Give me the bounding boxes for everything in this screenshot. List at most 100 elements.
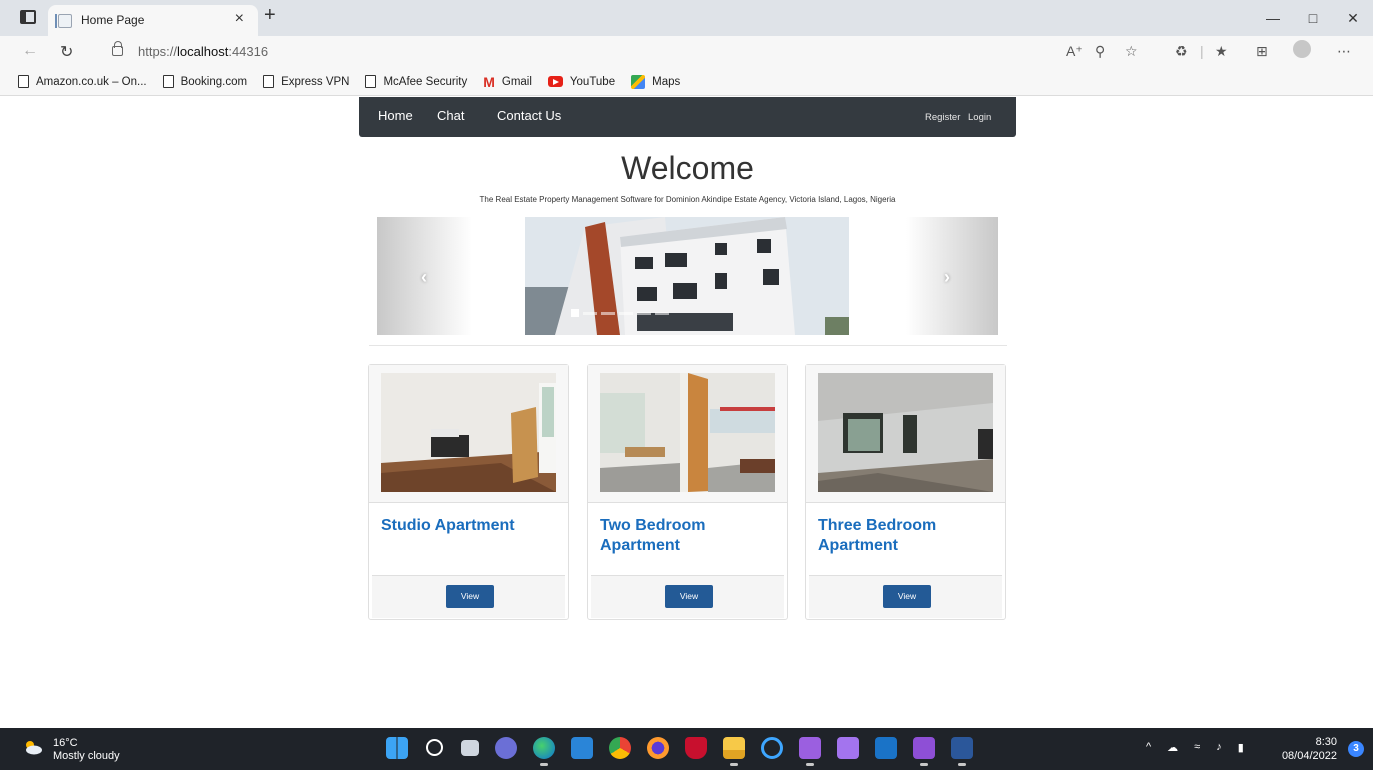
card-image-area — [588, 365, 787, 503]
bookmark-booking[interactable]: Booking.com — [162, 75, 247, 88]
carousel-indicator[interactable] — [571, 309, 579, 317]
cortana-icon[interactable] — [761, 737, 783, 759]
site-navbar: Home Chat Contact Us Register Login — [359, 97, 1016, 137]
separator: | — [1200, 43, 1204, 59]
carousel-indicator[interactable] — [637, 312, 651, 315]
bookmark-maps[interactable]: Maps — [631, 74, 680, 89]
card-footer: View — [372, 575, 565, 618]
weather-description[interactable]: Mostly cloudy — [53, 750, 120, 762]
page-title: Welcome — [621, 150, 754, 186]
url-field[interactable]: https://localhost:44316 — [96, 39, 1136, 65]
three-bedroom-apartment-photo — [818, 373, 993, 492]
carousel-indicator[interactable] — [655, 312, 669, 315]
favorite-add-icon[interactable]: ☆ — [1125, 43, 1138, 60]
search-icon[interactable] — [426, 739, 443, 756]
bookmark-expressvpn[interactable]: Express VPN — [263, 75, 349, 88]
minimize-icon[interactable]: — — [1253, 0, 1293, 36]
carousel-indicator[interactable] — [601, 312, 615, 315]
carousel-prev-button[interactable]: ‹ — [377, 217, 472, 335]
microsoft-store-icon[interactable] — [571, 737, 593, 759]
bookmarks-bar: Amazon.co.uk – On... Booking.com Express… — [0, 68, 1373, 96]
system-clock[interactable]: 8:30 08/04/2022 — [1282, 735, 1337, 763]
bookmark-mcafee[interactable]: McAfee Security — [365, 75, 467, 88]
card-footer: View — [809, 575, 1002, 618]
card-title[interactable]: Studio Apartment — [381, 516, 561, 536]
visual-studio-preview-icon[interactable] — [837, 737, 859, 759]
card-title[interactable]: Three Bedroom Apartment — [818, 516, 998, 556]
view-button[interactable]: View — [665, 585, 713, 608]
window-controls: — □ ✕ — [1253, 0, 1373, 36]
chrome-icon[interactable] — [609, 737, 631, 759]
property-card-studio: Studio Apartment View — [368, 364, 569, 620]
read-aloud-icon[interactable]: A⁺ — [1066, 43, 1083, 60]
bookmark-amazon[interactable]: Amazon.co.uk – On... — [18, 75, 147, 88]
page-icon — [18, 75, 29, 88]
property-card-two-bedroom: Two Bedroom Apartment View — [587, 364, 788, 620]
carousel-indicator[interactable] — [583, 312, 597, 315]
tab-bar: Home Page × + — □ ✕ — [0, 0, 1373, 36]
image-carousel: ‹ › — [377, 217, 998, 335]
page-icon — [365, 75, 377, 88]
restore-icon[interactable]: □ — [1293, 0, 1333, 36]
chevron-right-icon: › — [944, 267, 950, 287]
view-button[interactable]: View — [446, 585, 494, 608]
zoom-icon[interactable]: ⚲ — [1095, 43, 1105, 60]
outlook-icon[interactable] — [875, 737, 897, 759]
refresh-icon[interactable]: ↻ — [60, 42, 73, 62]
studio-apartment-photo — [381, 373, 556, 492]
visual-studio-icon[interactable] — [799, 737, 821, 766]
new-tab-icon[interactable]: + — [264, 4, 276, 27]
weather-cloudy-icon[interactable] — [23, 739, 43, 755]
carousel-next-button[interactable]: › — [906, 217, 998, 335]
gmail-icon: M — [483, 73, 495, 90]
carousel-indicator[interactable] — [619, 312, 633, 315]
nav-chat-link[interactable]: Chat — [437, 108, 464, 123]
more-menu-icon[interactable]: ⋯ — [1337, 43, 1351, 60]
extensions-icon[interactable]: ♻ — [1175, 43, 1188, 60]
bookmark-gmail[interactable]: M Gmail — [483, 74, 532, 90]
windows-start-icon[interactable] — [386, 737, 408, 759]
page-icon — [263, 75, 275, 88]
tab-close-icon[interactable]: × — [235, 10, 244, 28]
word-icon[interactable] — [951, 737, 973, 766]
two-bedroom-apartment-photo — [600, 373, 775, 492]
lock-icon[interactable] — [112, 41, 123, 56]
browser-tab[interactable]: Home Page × — [48, 5, 258, 36]
edge-browser-icon[interactable] — [533, 737, 555, 766]
carousel-indicators — [571, 309, 669, 317]
chevron-up-icon[interactable]: ^ — [1146, 741, 1151, 754]
onedrive-icon[interactable]: ☁ — [1167, 741, 1178, 754]
card-title[interactable]: Two Bedroom Apartment — [600, 516, 780, 556]
notification-badge[interactable]: 3 — [1348, 741, 1364, 757]
battery-icon[interactable]: ▮ — [1238, 741, 1244, 754]
task-view-icon[interactable] — [461, 740, 479, 756]
system-tray: ^ ☁ ≈ ♪ ▮ — [1146, 741, 1244, 754]
url-text[interactable]: https://localhost:44316 — [138, 44, 268, 59]
firefox-icon[interactable] — [647, 737, 669, 759]
tab-actions-icon[interactable] — [20, 10, 36, 24]
collections-icon[interactable]: ⊞ — [1256, 43, 1268, 60]
nav-register-link[interactable]: Register — [925, 112, 960, 123]
page-favicon-icon — [55, 14, 72, 28]
volume-icon[interactable]: ♪ — [1216, 741, 1222, 754]
wifi-icon[interactable]: ≈ — [1194, 741, 1200, 754]
favorites-icon[interactable]: ★ — [1215, 43, 1228, 60]
address-bar-row: ← ↻ https://localhost:44316 A⁺ ⚲ ☆ ♻ | ★… — [0, 36, 1373, 68]
clock-time: 8:30 — [1315, 736, 1337, 748]
page-subtitle: The Real Estate Property Management Soft… — [479, 195, 896, 204]
nav-home-link[interactable]: Home — [378, 108, 413, 123]
file-explorer-icon[interactable] — [723, 737, 745, 766]
bookmark-youtube[interactable]: YouTube — [547, 76, 615, 88]
mcafee-icon[interactable] — [685, 737, 707, 759]
weather-temperature[interactable]: 16°C — [53, 737, 78, 749]
nav-login-link[interactable]: Login — [968, 112, 991, 123]
clock-date: 08/04/2022 — [1281, 750, 1337, 762]
close-window-icon[interactable]: ✕ — [1333, 0, 1373, 36]
section-divider — [369, 345, 1007, 346]
profile-avatar-icon[interactable] — [1293, 40, 1311, 58]
visual-studio-2-icon[interactable] — [913, 737, 935, 766]
teams-chat-icon[interactable] — [495, 737, 517, 759]
nav-contact-link[interactable]: Contact Us — [497, 108, 561, 123]
back-icon[interactable]: ← — [22, 42, 38, 60]
view-button[interactable]: View — [883, 585, 931, 608]
